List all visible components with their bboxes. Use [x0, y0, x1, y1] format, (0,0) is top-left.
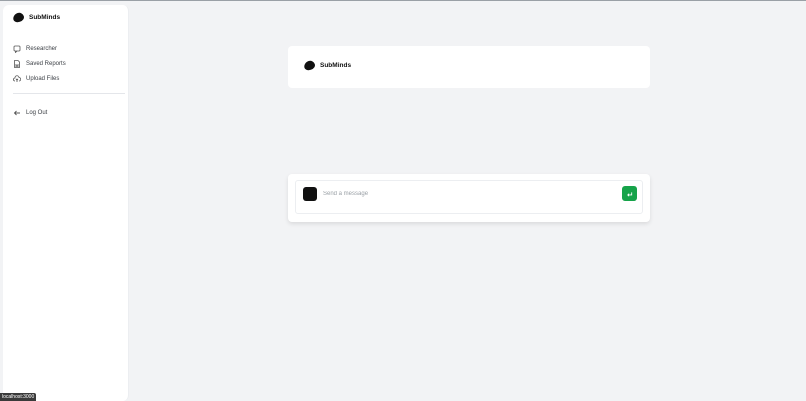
chat-bubble-icon — [13, 45, 21, 53]
arrow-left-icon — [13, 104, 21, 122]
brand-name: SubMinds — [29, 14, 61, 21]
app-window: SubMinds Researcher Saved Reports Upload… — [0, 0, 806, 401]
sidebar-item-upload-files[interactable]: Upload Files — [13, 74, 66, 83]
bookmark-file-icon — [13, 59, 21, 68]
user-avatar — [303, 187, 317, 201]
sidebar-item-label: Saved Reports — [26, 60, 66, 67]
header-card: SubMinds — [288, 46, 650, 88]
logout-button[interactable]: Log Out — [13, 104, 47, 122]
sidebar-item-researcher[interactable]: Researcher — [13, 44, 66, 53]
sidebar-divider — [13, 93, 125, 94]
enter-return-icon — [626, 186, 633, 201]
sidebar-nav: Researcher Saved Reports Upload Files — [13, 44, 66, 89]
chat-input-box — [295, 180, 643, 214]
sidebar-brand[interactable]: SubMinds — [11, 11, 61, 24]
brand-logo-icon — [302, 59, 317, 72]
send-button[interactable] — [622, 186, 637, 201]
message-input[interactable] — [323, 189, 613, 199]
brand-logo-icon — [11, 11, 26, 24]
sidebar-item-label: Researcher — [26, 45, 58, 52]
sidebar: SubMinds Researcher Saved Reports Upload… — [3, 5, 129, 401]
sidebar-item-label: Upload Files — [26, 75, 60, 82]
status-url-tooltip: localhost:3000 — [0, 393, 37, 401]
chat-composer — [288, 174, 650, 222]
header-brand: SubMinds — [302, 59, 352, 72]
sidebar-item-saved-reports[interactable]: Saved Reports — [13, 59, 66, 68]
header-brand-name: SubMinds — [320, 62, 352, 69]
logout-label: Log Out — [26, 110, 48, 116]
cloud-upload-icon — [13, 74, 21, 83]
